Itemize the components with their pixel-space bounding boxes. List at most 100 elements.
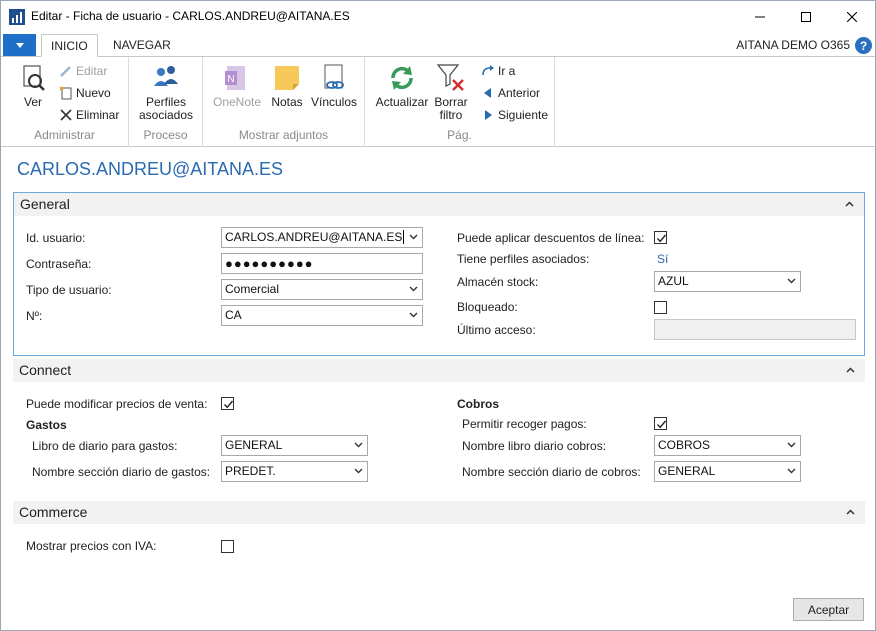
onenote-label: OneNote [212, 95, 262, 109]
libro-gastos-select[interactable]: GENERAL [221, 435, 368, 456]
seccion-cobros-select[interactable]: GENERAL [654, 461, 801, 482]
app-window: Editar - Ficha de usuario - CARLOS.ANDRE… [0, 0, 876, 631]
onenote-button[interactable]: N OneNote [211, 62, 263, 109]
close-button[interactable] [829, 1, 875, 32]
perfiles-asociados-link[interactable]: Sí [657, 252, 668, 266]
seccion-gastos-select[interactable]: PREDET. [221, 461, 368, 482]
siguiente-label: Siguiente [498, 108, 549, 122]
permitir-pagos-checkbox[interactable] [654, 417, 667, 430]
tipo-usuario-label: Tipo de usuario: [26, 283, 112, 297]
eliminar-label: Eliminar [76, 108, 120, 122]
anterior-label: Anterior [498, 86, 541, 100]
file-menu-button[interactable] [3, 34, 36, 56]
perfiles-asociados-button[interactable]: Perfiles asociados [135, 62, 197, 122]
perfiles-label-2: asociados [138, 108, 194, 122]
tipo-usuario-select[interactable]: Comercial [221, 279, 423, 300]
group-label-proceso: Proceso [143, 128, 188, 142]
chevron-up-icon [846, 501, 855, 524]
id-usuario-label: Id. usuario: [26, 231, 86, 245]
app-chart-icon [9, 9, 25, 25]
aceptar-button[interactable]: Aceptar [793, 598, 864, 621]
gastos-title: Gastos [26, 418, 67, 432]
maximize-icon [801, 11, 811, 22]
next-arrow-icon [485, 110, 492, 120]
borrar-filtro-button[interactable]: Borrar filtro [431, 62, 471, 122]
seccion-gastos-label: Nombre sección diario de gastos: [32, 465, 211, 479]
libro-cobros-select[interactable]: COBROS [654, 435, 801, 456]
modificar-precios-checkbox[interactable] [221, 397, 234, 410]
page-title: CARLOS.ANDREU@AITANA.ES [17, 159, 283, 179]
chevron-down-icon[interactable] [409, 280, 418, 292]
seccion-cobros-value: GENERAL [658, 464, 716, 478]
numero-field[interactable]: CA [221, 305, 423, 326]
ribbon-tabs: INICIO NAVEGAR AITANA DEMO O365 ? [1, 34, 875, 57]
bloqueado-checkbox[interactable] [654, 301, 667, 314]
actualizar-button[interactable]: Actualizar [373, 62, 431, 109]
group-pag: Actualizar Borrar filtro Ir a Anterior S… [365, 57, 555, 147]
minimize-icon [755, 16, 765, 17]
goto-arrow-icon [482, 65, 494, 76]
seccion-gastos-value: PREDET. [225, 464, 276, 478]
descuentos-label: Puede aplicar descuentos de línea: [457, 231, 645, 245]
group-label-adjuntos: Mostrar adjuntos [238, 128, 329, 142]
chevron-down-icon[interactable] [409, 228, 418, 240]
chevron-down-icon[interactable] [354, 462, 363, 474]
descuentos-checkbox[interactable] [654, 231, 667, 244]
chevron-up-icon [845, 193, 854, 216]
tab-navegar[interactable]: NAVEGAR [104, 34, 180, 57]
vinculos-button[interactable]: Vínculos [309, 62, 359, 109]
ver-button[interactable]: Ver [15, 62, 51, 109]
tipo-usuario-value: Comercial [225, 282, 280, 296]
ver-label: Ver [23, 95, 42, 109]
notas-button[interactable]: Notas [267, 62, 307, 109]
siguiente-button[interactable]: Siguiente [481, 105, 548, 125]
connect-section-title: Connect [19, 362, 72, 378]
libro-gastos-value: GENERAL [225, 438, 283, 452]
precios-iva-checkbox[interactable] [221, 540, 234, 553]
permitir-pagos-label: Permitir recoger pagos: [462, 417, 587, 431]
title-bar: Editar - Ficha de usuario - CARLOS.ANDRE… [1, 1, 875, 32]
text-cursor [403, 230, 408, 244]
help-icon[interactable]: ? [855, 37, 872, 54]
anterior-button[interactable]: Anterior [481, 83, 540, 103]
commerce-section-header[interactable]: Commerce [13, 501, 865, 524]
seccion-cobros-label: Nombre sección diario de cobros: [462, 465, 641, 479]
group-label-administrar: Administrar [34, 128, 95, 142]
chevron-down-icon[interactable] [787, 436, 796, 448]
chevron-down-icon[interactable] [787, 462, 796, 474]
contrasena-value: ●●●●●●●●●● [225, 256, 314, 271]
checkmark-icon [656, 420, 667, 429]
chevron-down-icon[interactable] [354, 436, 363, 448]
checkmark-icon [223, 400, 234, 409]
company-name[interactable]: AITANA DEMO O365 [736, 38, 850, 52]
delete-x-icon [60, 109, 72, 121]
numero-value: CA [225, 308, 242, 322]
id-usuario-field[interactable]: CARLOS.ANDREU@AITANA.ES [221, 227, 423, 248]
nuevo-label: Nuevo [76, 86, 111, 100]
contrasena-label: Contraseña: [26, 257, 92, 271]
editar-button[interactable]: Editar [59, 61, 107, 81]
window-title: Editar - Ficha de usuario - CARLOS.ANDRE… [31, 9, 350, 23]
svg-text:N: N [227, 74, 234, 85]
chevron-down-icon[interactable] [787, 272, 796, 284]
chevron-down-icon[interactable] [409, 306, 418, 318]
minimize-button[interactable] [737, 1, 783, 32]
chevron-up-icon [846, 359, 855, 382]
nuevo-button[interactable]: Nuevo [59, 83, 111, 103]
tab-inicio[interactable]: INICIO [41, 34, 98, 57]
connect-section-header[interactable]: Connect [13, 359, 865, 382]
precios-iva-label: Mostrar precios con IVA: [26, 539, 157, 553]
view-magnifier-icon [23, 65, 45, 91]
group-administrar: Ver Editar Nuevo Eliminar Administrar [1, 57, 129, 147]
libro-cobros-value: COBROS [658, 438, 711, 452]
perfiles-asociados-label: Tiene perfiles asociados: [457, 252, 590, 266]
ultimo-acceso-label: Último acceso: [457, 323, 536, 337]
ir-a-button[interactable]: Ir a [481, 61, 515, 81]
eliminar-button[interactable]: Eliminar [59, 105, 119, 125]
almacen-select[interactable]: AZUL [654, 271, 801, 292]
contrasena-field[interactable]: ●●●●●●●●●● [221, 253, 423, 274]
maximize-button[interactable] [783, 1, 829, 32]
ribbon-panel: Ver Editar Nuevo Eliminar Administrar Pe… [1, 57, 875, 147]
general-section-header[interactable]: General [14, 193, 864, 216]
numero-label: Nº: [26, 309, 43, 323]
